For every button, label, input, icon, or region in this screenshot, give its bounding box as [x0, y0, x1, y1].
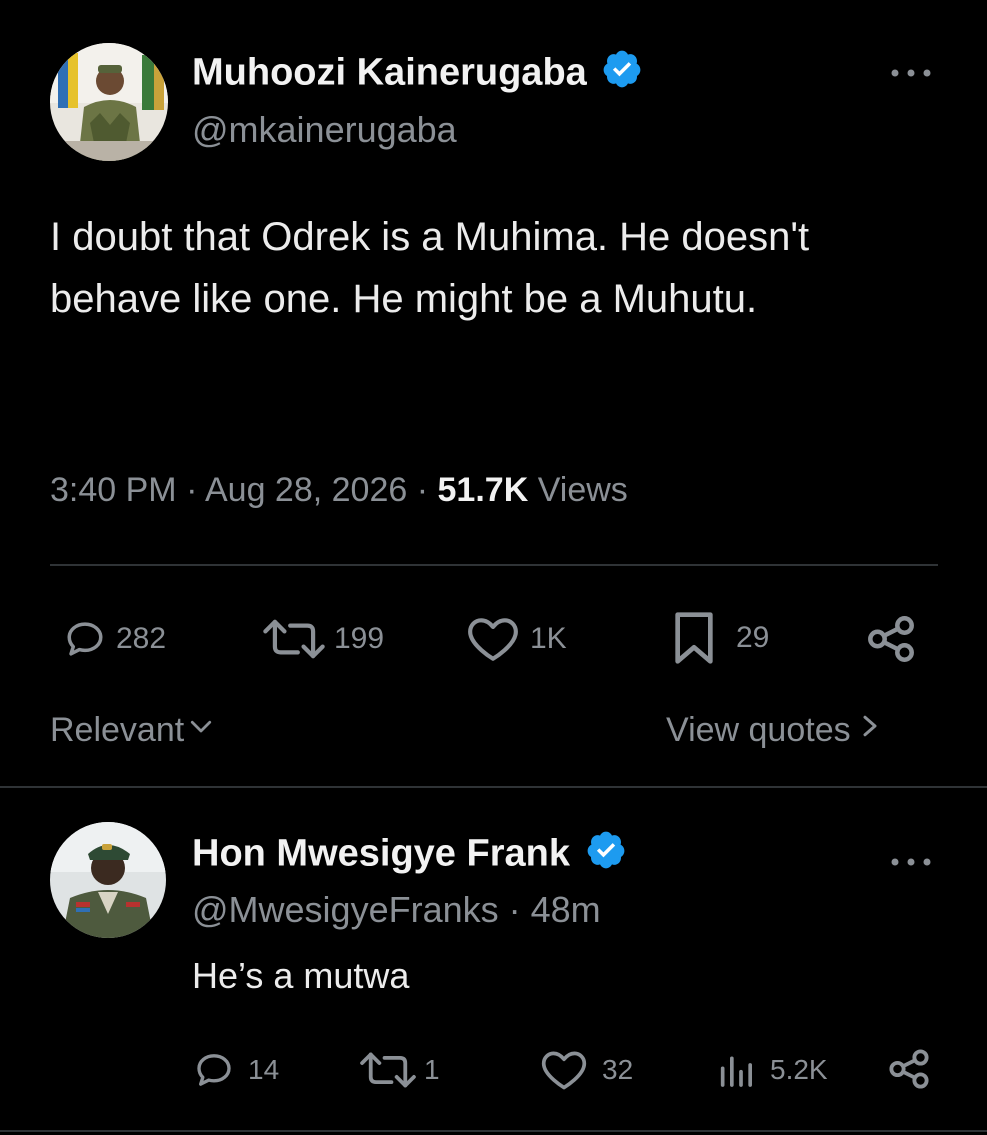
repost-icon: [258, 618, 330, 660]
author-name[interactable]: Muhoozi Kainerugaba: [192, 48, 643, 101]
verified-badge-icon: [585, 829, 627, 882]
like-count: 1K: [530, 622, 567, 655]
view-quotes-link[interactable]: View quotes: [666, 708, 881, 752]
reply-author-meta: @MwesigyeFranks · 48m: [192, 888, 601, 932]
reply-author-handle[interactable]: @MwesigyeFranks: [192, 889, 499, 930]
reply-author-avatar[interactable]: [50, 822, 166, 938]
bookmark-icon: [670, 610, 718, 666]
share-icon[interactable]: [864, 612, 918, 666]
reply-views-count: 5.2K: [770, 1054, 828, 1085]
repost-icon: [356, 1051, 420, 1089]
repost-button[interactable]: 199: [258, 614, 384, 664]
divider: [50, 564, 938, 566]
reply-author-name[interactable]: Hon Mwesigye Frank: [192, 829, 627, 882]
author-handle[interactable]: @mkainerugaba: [192, 108, 457, 152]
tweet-text: I doubt that Odrek is a Muhima. He doesn…: [50, 215, 810, 321]
reply-views-button[interactable]: 5.2K: [716, 1048, 828, 1092]
reply-reply-button[interactable]: 14: [194, 1048, 279, 1092]
reply-repost-count: 1: [424, 1054, 440, 1085]
reply-icon: [194, 1050, 234, 1090]
reply-icon: [64, 618, 106, 660]
like-button[interactable]: 1K: [466, 614, 567, 664]
chevron-right-icon: [859, 708, 881, 752]
reply-like-count: 32: [602, 1054, 634, 1085]
author-name-text[interactable]: Muhoozi Kainerugaba: [192, 52, 587, 94]
bookmark-count: 29: [736, 621, 770, 654]
tweet-time[interactable]: 3:40 PM: [50, 471, 177, 509]
sort-label: Relevant: [50, 711, 185, 749]
reply-button[interactable]: 282: [64, 614, 166, 664]
views-count: 51.7K: [437, 471, 529, 509]
reply-like-button[interactable]: 32: [540, 1048, 633, 1092]
heart-icon: [466, 616, 520, 662]
repost-count: 199: [334, 622, 385, 655]
reply-author-name-text[interactable]: Hon Mwesigye Frank: [192, 833, 570, 875]
more-options-icon[interactable]: [888, 845, 934, 866]
share-icon[interactable]: [886, 1046, 932, 1092]
reply-reply-count: 14: [248, 1054, 280, 1085]
verified-badge-icon: [601, 48, 643, 101]
bookmark-button[interactable]: 29: [670, 610, 769, 666]
sort-dropdown[interactable]: Relevant: [50, 708, 216, 752]
reply-age[interactable]: · 48m: [509, 889, 601, 930]
reply-text: He’s a mutwa: [192, 955, 410, 996]
views-label: Views: [537, 471, 628, 509]
tweet-meta: 3:40 PM · Aug 28, 2026 · 51.7K Views: [50, 466, 628, 514]
meta-separator: ·: [416, 471, 429, 509]
heart-icon: [540, 1049, 588, 1091]
reply-repost-button[interactable]: 1: [356, 1048, 440, 1092]
bottom-divider: [0, 1130, 987, 1132]
more-options-icon[interactable]: [888, 56, 934, 86]
section-divider: [0, 786, 987, 788]
tweet-date[interactable]: Aug 28, 2026: [205, 471, 407, 509]
view-quotes-label: View quotes: [666, 711, 851, 749]
author-avatar[interactable]: [50, 43, 168, 161]
meta-separator: ·: [186, 471, 198, 509]
views-chart-icon: [716, 1050, 756, 1090]
reply-count: 282: [116, 622, 167, 655]
chevron-down-icon: [186, 708, 216, 752]
